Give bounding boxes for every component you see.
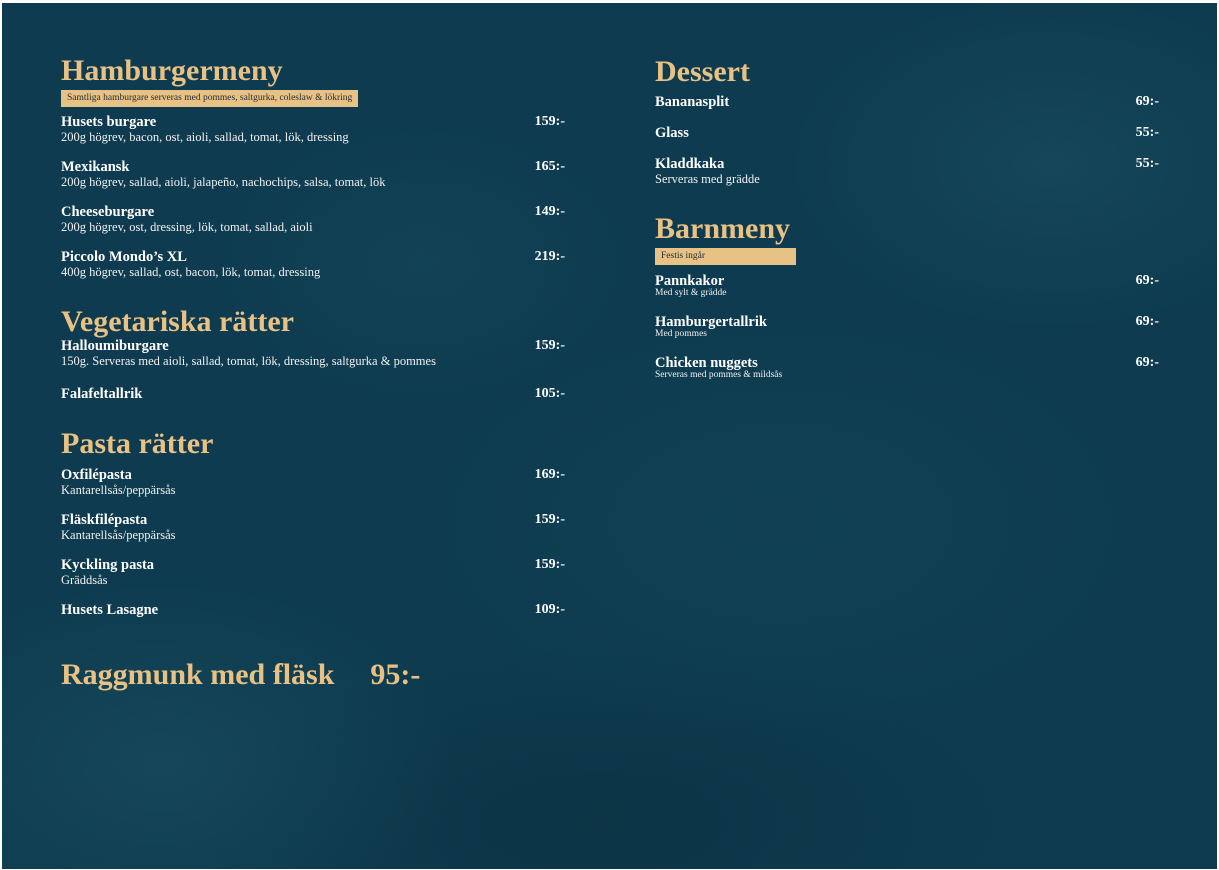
menu-item: Kyckling pasta Gräddsås 159:- xyxy=(61,557,565,587)
menu-item: Oxfilépasta Kantarellsås/peppärsås 169:- xyxy=(61,467,565,497)
menu-item: Piccolo Mondo’s XL 400g högrev, sallad, … xyxy=(61,249,565,279)
item-price: 105:- xyxy=(534,386,565,401)
item-description: 200g högrev, sallad, aioli, jalapeño, na… xyxy=(61,175,386,189)
item-description: 150g. Serveras med aioli, sallad, tomat,… xyxy=(61,354,436,368)
item-name: Kyckling pasta xyxy=(61,557,155,573)
item-price: 55:- xyxy=(1135,156,1159,171)
item-name: Halloumiburgare xyxy=(61,338,169,354)
menu-item: Cheeseburgare 200g högrev, ost, dressing… xyxy=(61,204,565,234)
hamburger-heading: Hamburgermeny xyxy=(61,54,283,87)
menu-item: Mexikansk 200g högrev, sallad, aioli, ja… xyxy=(61,159,565,189)
item-name: Fläskfilépasta xyxy=(61,512,148,528)
item-name: Pannkakor xyxy=(655,273,725,289)
menu-item: Fläskfilépasta Kantarellsås/peppärsås 15… xyxy=(61,512,565,542)
item-name: Glass xyxy=(655,125,689,141)
item-name: Cheeseburgare xyxy=(61,204,155,220)
item-description: 200g högrev, ost, dressing, lök, tomat, … xyxy=(61,220,313,234)
menu-item: Pannkakor Med sylt & grädde 69:- xyxy=(655,273,1159,298)
item-price: 159:- xyxy=(534,338,565,353)
kids-menu-heading: Barnmeny xyxy=(655,212,790,245)
item-price: 69:- xyxy=(1135,273,1159,288)
item-name: Hamburgertallrik xyxy=(655,314,767,330)
item-description: Med sylt & grädde xyxy=(655,288,727,298)
menu-item: Hamburgertallrik Med pommes 69:- xyxy=(655,314,1159,339)
item-price: 159:- xyxy=(534,557,565,572)
menu-item: Falafeltallrik 105:- xyxy=(61,386,565,402)
item-price: 69:- xyxy=(1135,355,1159,370)
menu-item: Glass 55:- xyxy=(655,125,1159,141)
item-description: Kantarellsås/peppärsås xyxy=(61,483,176,497)
item-price: 165:- xyxy=(534,159,565,174)
item-name: Chicken nuggets xyxy=(655,355,758,371)
menu-item: Chicken nuggets Serveras med pommes & mi… xyxy=(655,355,1159,380)
item-price: 109:- xyxy=(534,602,565,617)
dessert-heading: Dessert xyxy=(655,55,750,88)
menu-item: Bananasplit 69:- xyxy=(655,94,1159,110)
item-price: 69:- xyxy=(1135,314,1159,329)
item-name: Husets burgare xyxy=(61,114,157,130)
menu-item: Husets Lasagne 109:- xyxy=(61,602,565,618)
item-description: Gräddsås xyxy=(61,573,108,587)
vegetarian-heading: Vegetariska rätter xyxy=(61,305,294,338)
item-price: 159:- xyxy=(534,114,565,129)
item-price: 55:- xyxy=(1135,125,1159,140)
item-description: Serveras med pommes & mildsås xyxy=(655,370,783,380)
menu-page: Hamburgermeny Samtliga hamburgare server… xyxy=(2,3,1217,869)
pasta-heading: Pasta rätter xyxy=(61,427,214,460)
item-price: 69:- xyxy=(1135,94,1159,109)
item-name: Oxfilépasta xyxy=(61,467,132,483)
special-dish-name: Raggmunk med fläsk xyxy=(61,658,335,691)
kids-note-banner: Festis ingår xyxy=(655,248,796,265)
item-description: 200g högrev, bacon, ost, aioli, sallad, … xyxy=(61,130,349,144)
item-price: 149:- xyxy=(534,204,565,219)
item-price: 169:- xyxy=(534,467,565,482)
menu-item: Kladdkaka Serveras med grädde 55:- xyxy=(655,156,1159,186)
hamburger-note-banner: Samtliga hamburgare serveras med pommes,… xyxy=(61,90,359,107)
item-description: Serveras med grädde xyxy=(655,172,760,186)
item-name: Bananasplit xyxy=(655,94,730,110)
item-price: 159:- xyxy=(534,512,565,527)
item-description: Med pommes xyxy=(655,329,707,339)
item-description: Kantarellsås/peppärsås xyxy=(61,528,176,542)
item-price: 219:- xyxy=(534,249,565,264)
special-dish: Raggmunk med fläsk 95:- xyxy=(61,658,420,692)
menu-item: Halloumiburgare 150g. Serveras med aioli… xyxy=(61,338,565,368)
item-name: Mexikansk xyxy=(61,159,130,175)
item-name: Falafeltallrik xyxy=(61,386,143,402)
item-description: 400g högrev, sallad, ost, bacon, lök, to… xyxy=(61,265,321,279)
item-name: Piccolo Mondo’s XL xyxy=(61,249,187,265)
item-name: Kladdkaka xyxy=(655,156,725,172)
item-name: Husets Lasagne xyxy=(61,602,159,618)
menu-item: Husets burgare 200g högrev, bacon, ost, … xyxy=(61,114,565,144)
special-dish-price: 95:- xyxy=(370,658,421,691)
